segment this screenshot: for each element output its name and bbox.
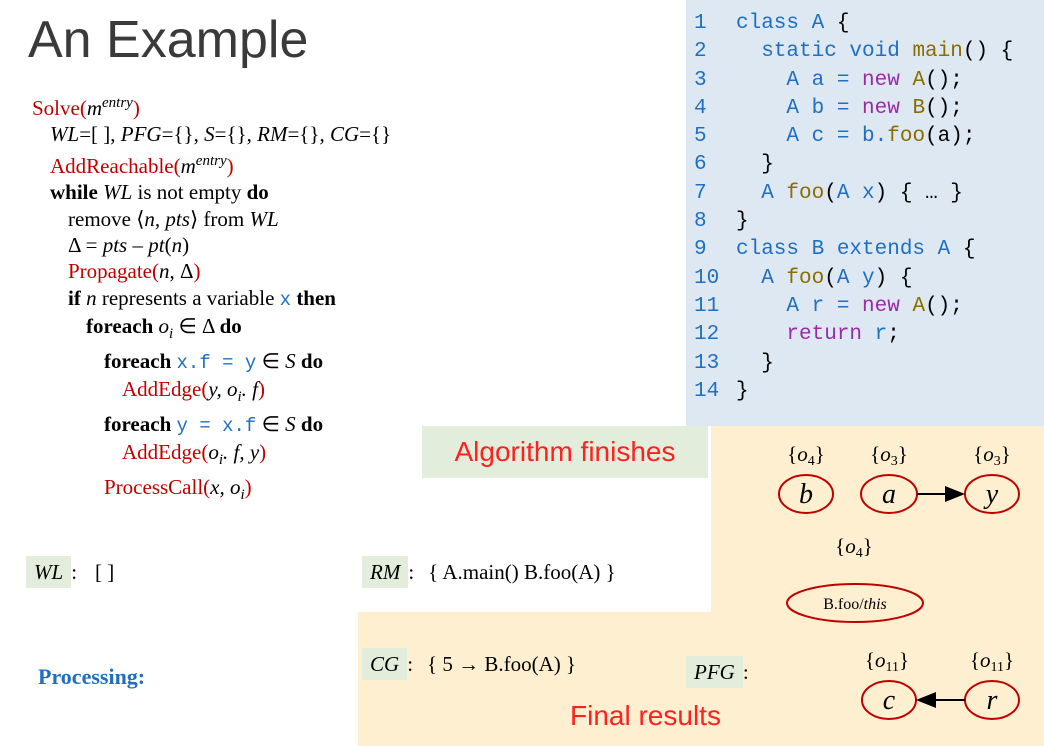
node-y-label: y	[983, 479, 999, 510]
pts-c: {o11}	[865, 648, 909, 675]
node-foo-this-label: B.foo/this	[823, 596, 887, 613]
node-b-label: b	[799, 479, 813, 510]
pts-y: {o3}	[973, 442, 1011, 469]
node-a-label: a	[882, 479, 896, 510]
pts-this: {o4}	[835, 534, 873, 561]
pts-a: {o3}	[870, 442, 908, 469]
node-c-label: c	[883, 685, 896, 716]
pts-b: {o4}	[787, 442, 825, 469]
node-r-label: r	[987, 685, 998, 716]
pointer-flow-graph: {o4} {o3} {o3} {o4} {o11} {o11} b a y B.…	[778, 442, 1020, 720]
pts-r: {o11}	[970, 648, 1014, 675]
